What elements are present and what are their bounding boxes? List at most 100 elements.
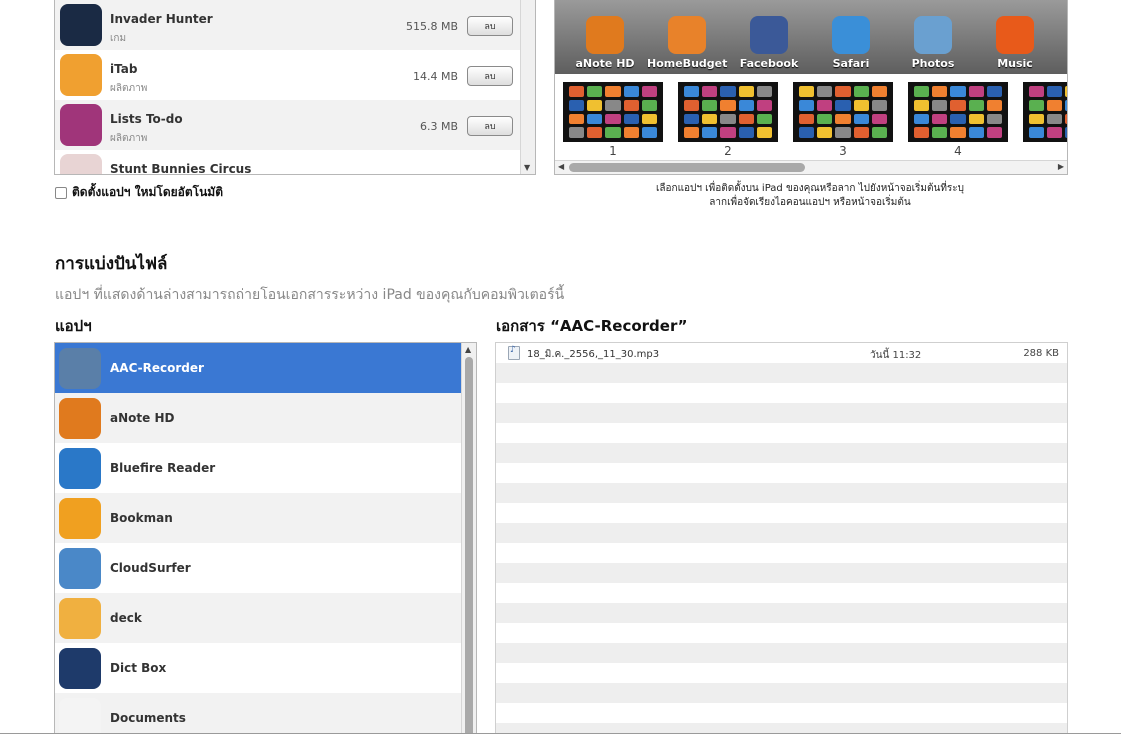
home-pages-scrollbar[interactable]: ◀ ▶ bbox=[555, 160, 1067, 174]
mini-app-icon bbox=[914, 99, 930, 111]
mini-app-icon bbox=[702, 99, 718, 111]
mini-app-icon bbox=[817, 86, 833, 97]
file-sharing-app-row[interactable]: aNote HD bbox=[55, 393, 462, 443]
file-sharing-title: การแบ่งปันไฟล์ bbox=[55, 254, 168, 274]
file-sharing-description: แอปฯ ที่แสดงด้านล่างสามารถถ่ายโอนเอกสารร… bbox=[55, 287, 565, 303]
remove-button[interactable]: ลบ bbox=[467, 16, 513, 36]
file-sharing-app-row[interactable]: Bluefire Reader bbox=[55, 443, 462, 493]
document-name: 18_มิ.ค._2556,_11_30.mp3 bbox=[527, 349, 660, 360]
app-size: 6.3 MB bbox=[419, 120, 458, 133]
app-name: Bluefire Reader bbox=[110, 461, 216, 475]
mini-app-icon bbox=[702, 113, 718, 125]
dock-app[interactable]: HomeBudget bbox=[647, 16, 727, 70]
home-page-thumbnail[interactable] bbox=[793, 82, 893, 142]
bluefire-icon bbox=[59, 448, 101, 489]
page-number: 2 bbox=[724, 144, 732, 158]
mini-app-icon bbox=[684, 127, 700, 138]
file-sharing-apps-list[interactable]: AAC-Recorder aNote HD Bluefire Reader Bookm… bbox=[54, 342, 477, 734]
dock-app-label: Music bbox=[997, 57, 1033, 70]
scroll-left-arrow-icon[interactable]: ◀ bbox=[558, 162, 564, 171]
mini-app-icon bbox=[569, 113, 585, 125]
mini-app-icon bbox=[1047, 113, 1063, 125]
documents-icon bbox=[59, 698, 101, 734]
home-screen-preview[interactable]: aNote HD HomeBudget Facebook Safari Photos Mu… bbox=[554, 0, 1068, 175]
remove-button[interactable]: ลบ bbox=[467, 116, 513, 136]
file-sharing-app-row[interactable]: AAC-Recorder bbox=[55, 343, 462, 393]
mini-app-icon bbox=[968, 127, 984, 138]
scrollbar-thumb[interactable] bbox=[465, 357, 473, 734]
installed-app-row[interactable]: iTab ผลิตภาพ 14.4 MB ลบ bbox=[55, 50, 521, 100]
mini-app-icon bbox=[932, 99, 948, 111]
scrollbar-thumb[interactable] bbox=[569, 163, 805, 172]
app-category: เกม bbox=[110, 33, 127, 44]
dock-app-label: Facebook bbox=[739, 57, 799, 70]
auto-install-checkbox[interactable] bbox=[55, 186, 67, 199]
mini-app-icon bbox=[605, 99, 621, 111]
mini-app-icon bbox=[738, 113, 754, 125]
file-sharing-app-row[interactable]: Dict Box bbox=[55, 643, 462, 693]
apps-list-scrollbar[interactable]: ▲ bbox=[461, 343, 476, 734]
file-sharing-app-row[interactable]: CloudSurfer bbox=[55, 543, 462, 593]
dock-app[interactable]: Safari bbox=[811, 16, 891, 70]
documents-list[interactable]: 18_มิ.ค._2556,_11_30.mp3 วันนี้ 11:32 288 … bbox=[495, 342, 1068, 734]
mini-app-icon bbox=[799, 127, 815, 138]
scroll-right-arrow-icon[interactable]: ▶ bbox=[1058, 162, 1064, 171]
mini-app-icon bbox=[587, 113, 603, 125]
mini-app-icon bbox=[605, 113, 621, 125]
mini-app-icon bbox=[986, 127, 1002, 138]
file-sharing-app-row[interactable]: deck bbox=[55, 593, 462, 643]
dock-app[interactable]: Facebook bbox=[729, 16, 809, 70]
home-page-thumbnail[interactable] bbox=[563, 82, 663, 142]
app-name: AAC-Recorder bbox=[110, 361, 204, 375]
mini-app-icon bbox=[702, 86, 718, 97]
app-name: Invader Hunter bbox=[110, 12, 213, 26]
mini-app-icon bbox=[853, 86, 869, 97]
mini-app-icon bbox=[605, 86, 621, 97]
safari-icon bbox=[832, 16, 870, 54]
app-category: ผลิตภาพ bbox=[110, 83, 148, 94]
mini-app-icon bbox=[986, 113, 1002, 125]
installed-app-row[interactable]: Invader Hunter เกม 515.8 MB ลบ bbox=[55, 0, 521, 50]
document-row[interactable]: 18_มิ.ค._2556,_11_30.mp3 วันนี้ 11:32 288 … bbox=[496, 343, 1067, 363]
mini-app-icon bbox=[871, 99, 887, 111]
installed-app-row[interactable]: Lists To-do ผลิตภาพ 6.3 MB ลบ bbox=[55, 100, 521, 150]
mini-app-icon bbox=[950, 99, 966, 111]
app-name: aNote HD bbox=[110, 411, 175, 425]
scroll-up-arrow-icon[interactable]: ▲ bbox=[465, 345, 471, 354]
auto-install-option[interactable]: ติดตั้งแอปฯ ใหม่โดยอัตโนมัติ bbox=[55, 183, 223, 202]
file-sharing-app-row[interactable]: Documents bbox=[55, 693, 462, 734]
app-name: Lists To-do bbox=[110, 112, 183, 126]
mini-app-icon bbox=[871, 113, 887, 125]
app-name: CloudSurfer bbox=[110, 561, 191, 575]
invader-hunter-icon bbox=[60, 4, 102, 46]
app-name: iTab bbox=[110, 62, 138, 76]
anote-icon bbox=[59, 398, 101, 439]
mini-app-icon bbox=[1047, 127, 1063, 138]
home-page-thumbnail[interactable] bbox=[908, 82, 1008, 142]
home-page-thumbnail[interactable] bbox=[1023, 82, 1067, 142]
scroll-down-arrow-icon[interactable]: ▼ bbox=[524, 163, 530, 172]
page-icon-grid bbox=[799, 86, 887, 138]
mini-app-icon bbox=[1065, 127, 1067, 138]
document-size: 288 KB bbox=[1023, 348, 1059, 359]
mini-app-icon bbox=[968, 113, 984, 125]
mini-app-icon bbox=[914, 86, 930, 97]
page-icon-grid bbox=[684, 86, 772, 138]
mini-app-icon bbox=[950, 113, 966, 125]
remove-button[interactable]: ลบ bbox=[467, 66, 513, 86]
installed-app-row[interactable]: Stunt Bunnies Circus bbox=[55, 150, 521, 174]
auto-install-label: ติดตั้งแอปฯ ใหม่โดยอัตโนมัติ bbox=[72, 185, 224, 199]
installed-apps-scrollbar[interactable]: ▼ bbox=[520, 0, 535, 174]
dock-app[interactable]: aNote HD bbox=[565, 16, 645, 70]
dock-app[interactable]: Photos bbox=[893, 16, 973, 70]
mini-app-icon bbox=[799, 86, 815, 97]
mini-app-icon bbox=[587, 86, 603, 97]
file-sharing-app-row[interactable]: Bookman bbox=[55, 493, 462, 543]
mini-app-icon bbox=[720, 99, 736, 111]
mini-app-icon bbox=[641, 86, 657, 97]
dock-app[interactable]: Music bbox=[975, 16, 1055, 70]
installed-apps-list[interactable]: Invader Hunter เกม 515.8 MB ลบ iTab ผลิตภาพ 14… bbox=[54, 0, 536, 175]
home-page-thumbnail[interactable] bbox=[678, 82, 778, 142]
app-category: ผลิตภาพ bbox=[110, 133, 148, 144]
mini-app-icon bbox=[587, 127, 603, 138]
